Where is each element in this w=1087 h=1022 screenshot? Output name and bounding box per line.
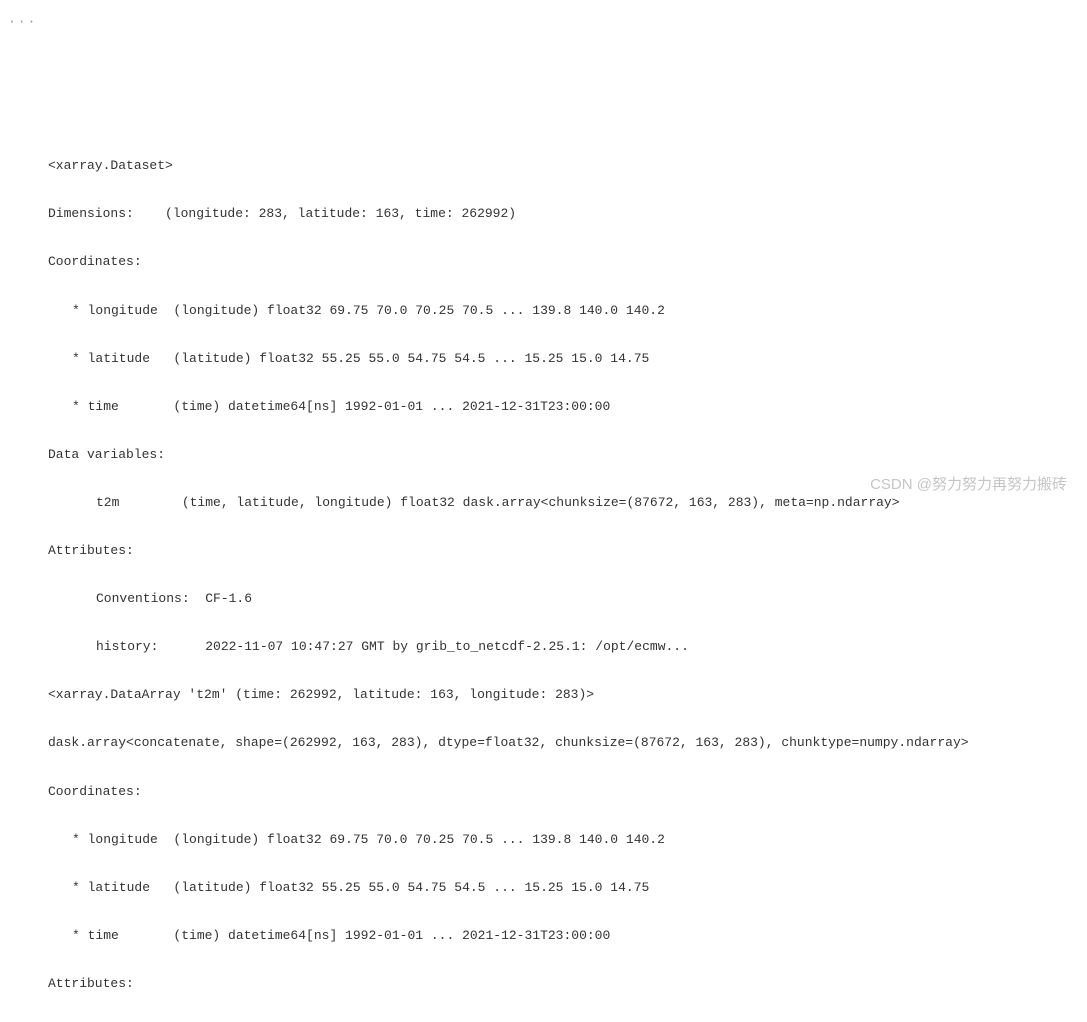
coord-latitude: * latitude (latitude) float32 55.25 55.0… <box>48 347 1067 371</box>
coordinates-label-2: Coordinates: <box>48 780 1067 804</box>
notebook-output-block: <xarray.Dataset> Dimensions: (longitude:… <box>48 130 1067 1022</box>
coord-longitude: * longitude (longitude) float32 69.75 70… <box>48 299 1067 323</box>
attributes-label: Attributes: <box>48 539 1067 563</box>
coordinates-label: Coordinates: <box>48 250 1067 274</box>
csdn-watermark: CSDN @努力努力再努力搬砖 <box>870 471 1067 499</box>
dask-array-line: dask.array<concatenate, shape=(262992, 1… <box>48 731 1067 755</box>
coord-time: * time (time) datetime64[ns] 1992-01-01 … <box>48 395 1067 419</box>
dataarray-header: <xarray.DataArray 't2m' (time: 262992, l… <box>48 683 1067 707</box>
attr-units: units: K <box>48 1020 1067 1022</box>
coord-longitude-2: * longitude (longitude) float32 69.75 70… <box>48 828 1067 852</box>
datavars-label: Data variables: <box>48 443 1067 467</box>
attr-conventions: Conventions: CF-1.6 <box>48 587 1067 611</box>
coord-latitude-2: * latitude (latitude) float32 55.25 55.0… <box>48 876 1067 900</box>
dimensions-line: Dimensions: (longitude: 283, latitude: 1… <box>48 202 1067 226</box>
attributes-label-2: Attributes: <box>48 972 1067 996</box>
attr-history: history: 2022-11-07 10:47:27 GMT by grib… <box>48 635 1067 659</box>
output-ellipsis-prefix: ··· <box>8 10 37 34</box>
dataset-header: <xarray.Dataset> <box>48 154 1067 178</box>
coord-time-2: * time (time) datetime64[ns] 1992-01-01 … <box>48 924 1067 948</box>
